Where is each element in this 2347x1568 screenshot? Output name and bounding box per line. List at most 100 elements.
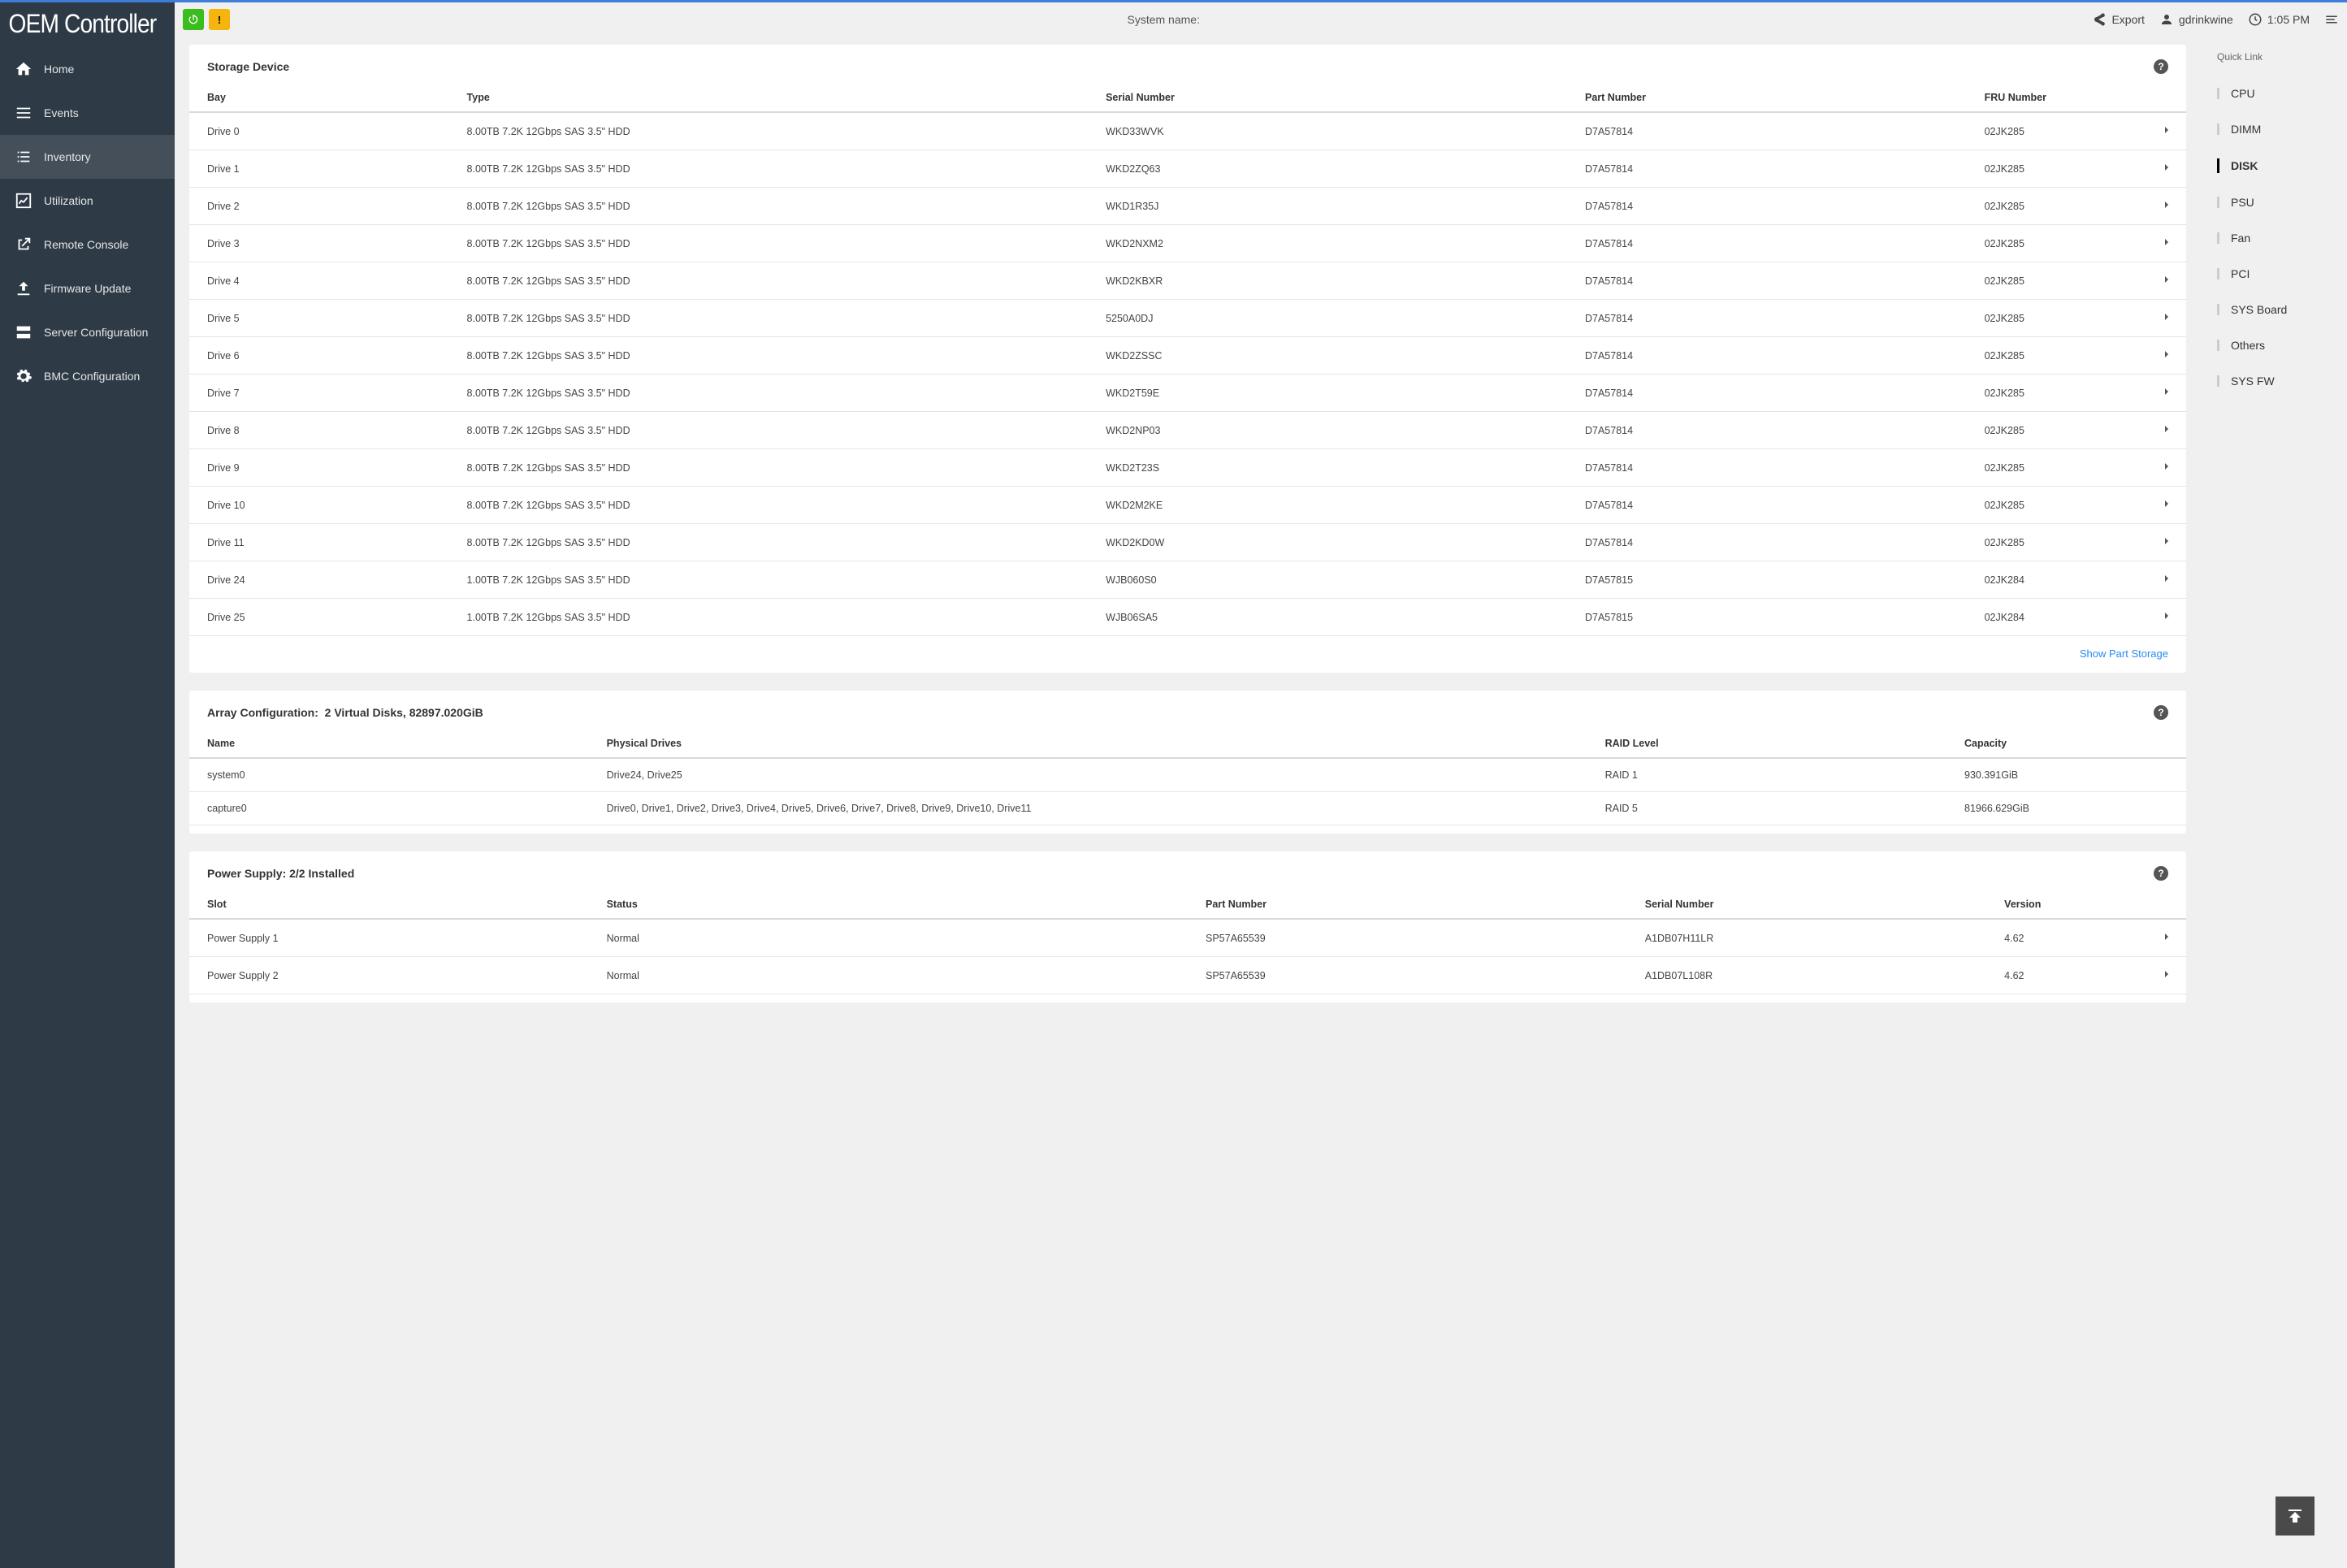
nav-events[interactable]: Events <box>0 91 175 135</box>
quick-link-dimm[interactable]: DIMM <box>2211 111 2337 147</box>
warning-status-icon[interactable]: ! <box>209 9 230 30</box>
cell-fru: 02JK285 <box>1967 524 2137 561</box>
expand-row-button[interactable] <box>2137 412 2186 449</box>
nav-label: Remote Console <box>44 238 128 251</box>
cell-cap: 81966.629GiB <box>1946 792 2186 825</box>
expand-row-button[interactable] <box>2137 300 2186 337</box>
cell-drives: Drive24, Drive25 <box>589 758 1587 792</box>
username-label: gdrinkwine <box>2179 13 2233 26</box>
quick-link-disk[interactable]: DISK <box>2211 147 2337 184</box>
export-button[interactable]: Export <box>2092 12 2144 27</box>
table-row: Drive 251.00TB 7.2K 12Gbps SAS 3.5" HDDW… <box>189 599 2186 636</box>
cell-part: D7A57814 <box>1567 337 1967 375</box>
cell-part: D7A57814 <box>1567 524 1967 561</box>
upload-icon <box>15 279 32 297</box>
table-row: capture0Drive0, Drive1, Drive2, Drive3, … <box>189 792 2186 825</box>
cell-type: 8.00TB 7.2K 12Gbps SAS 3.5" HDD <box>449 112 1089 150</box>
col-part: Part Number <box>1567 84 1967 112</box>
menu-button[interactable] <box>2324 12 2339 27</box>
quick-link-psu[interactable]: PSU <box>2211 184 2337 220</box>
cell-part: D7A57814 <box>1567 300 1967 337</box>
nav-remote-console[interactable]: Remote Console <box>0 223 175 266</box>
cell-slot: Power Supply 1 <box>189 919 589 957</box>
expand-row-button[interactable] <box>2137 957 2186 994</box>
table-row: Drive 18.00TB 7.2K 12Gbps SAS 3.5" HDDWK… <box>189 150 2186 188</box>
cell-part: SP57A65539 <box>1188 957 1627 994</box>
col-fru: FRU Number <box>1967 84 2137 112</box>
expand-row-button[interactable] <box>2137 449 2186 487</box>
arrow-up-icon <box>2285 1506 2305 1526</box>
nav-label: Home <box>44 63 74 76</box>
cell-bay: Drive 8 <box>189 412 449 449</box>
table-row: Drive 08.00TB 7.2K 12Gbps SAS 3.5" HDDWK… <box>189 112 2186 150</box>
quick-link-others[interactable]: Others <box>2211 327 2337 363</box>
expand-row-button[interactable] <box>2137 337 2186 375</box>
col-type: Type <box>449 84 1089 112</box>
col-ver: Version <box>1986 890 2137 919</box>
power-status-icon[interactable] <box>183 9 204 30</box>
cell-type: 8.00TB 7.2K 12Gbps SAS 3.5" HDD <box>449 300 1089 337</box>
home-icon <box>15 60 32 78</box>
cell-part: D7A57814 <box>1567 225 1967 262</box>
expand-row-button[interactable] <box>2137 112 2186 150</box>
quick-link-sys-fw[interactable]: SYS FW <box>2211 363 2337 399</box>
table-row: Power Supply 1NormalSP57A65539A1DB07H11L… <box>189 919 2186 957</box>
quick-link-cpu[interactable]: CPU <box>2211 76 2337 111</box>
expand-row-button[interactable] <box>2137 561 2186 599</box>
help-icon[interactable]: ? <box>2154 59 2168 74</box>
cell-bay: Drive 24 <box>189 561 449 599</box>
table-row: Drive 28.00TB 7.2K 12Gbps SAS 3.5" HDDWK… <box>189 188 2186 225</box>
expand-row-button[interactable] <box>2137 375 2186 412</box>
table-row: Drive 98.00TB 7.2K 12Gbps SAS 3.5" HDDWK… <box>189 449 2186 487</box>
expand-row-button[interactable] <box>2137 262 2186 300</box>
psu-table: Slot Status Part Number Serial Number Ve… <box>189 890 2186 994</box>
array-card: Array Configuration: 2 Virtual Disks, 82… <box>189 691 2186 834</box>
cell-serial: WJB060S0 <box>1088 561 1567 599</box>
col-slot: Slot <box>189 890 589 919</box>
nav-home[interactable]: Home <box>0 47 175 91</box>
nav-label: Utilization <box>44 194 93 207</box>
show-part-storage-link[interactable]: Show Part Storage <box>2080 648 2168 660</box>
scroll-to-top-button[interactable] <box>2276 1497 2315 1536</box>
cell-fru: 02JK284 <box>1967 599 2137 636</box>
cell-fru: 02JK285 <box>1967 150 2137 188</box>
cell-bay: Drive 0 <box>189 112 449 150</box>
expand-row-button[interactable] <box>2137 599 2186 636</box>
cell-fru: 02JK285 <box>1967 112 2137 150</box>
col-name: Name <box>189 730 589 758</box>
inventory-icon <box>15 148 32 166</box>
help-icon[interactable]: ? <box>2154 866 2168 881</box>
quick-link-panel: Quick Link CPUDIMMDISKPSUFanPCISYS Board… <box>2201 37 2347 1568</box>
list-icon <box>15 104 32 122</box>
table-row: Drive 241.00TB 7.2K 12Gbps SAS 3.5" HDDW… <box>189 561 2186 599</box>
cell-bay: Drive 7 <box>189 375 449 412</box>
cell-bay: Drive 9 <box>189 449 449 487</box>
nav-server-config[interactable]: Server Configuration <box>0 310 175 354</box>
nav-inventory[interactable]: Inventory <box>0 135 175 179</box>
nav-label: Server Configuration <box>44 326 148 339</box>
nav-label: Firmware Update <box>44 282 131 295</box>
nav-bmc-config[interactable]: BMC Configuration <box>0 354 175 398</box>
table-row: Drive 68.00TB 7.2K 12Gbps SAS 3.5" HDDWK… <box>189 337 2186 375</box>
cell-bay: Drive 4 <box>189 262 449 300</box>
expand-row-button[interactable] <box>2137 150 2186 188</box>
col-part: Part Number <box>1188 890 1627 919</box>
quick-link-pci[interactable]: PCI <box>2211 256 2337 292</box>
expand-row-button[interactable] <box>2137 188 2186 225</box>
help-icon[interactable]: ? <box>2154 705 2168 720</box>
col-serial: Serial Number <box>1627 890 1986 919</box>
expand-row-button[interactable] <box>2137 487 2186 524</box>
cell-type: 8.00TB 7.2K 12Gbps SAS 3.5" HDD <box>449 524 1089 561</box>
user-menu[interactable]: gdrinkwine <box>2159 12 2233 27</box>
clock: 1:05 PM <box>2248 12 2310 27</box>
table-row: Drive 48.00TB 7.2K 12Gbps SAS 3.5" HDDWK… <box>189 262 2186 300</box>
nav-firmware-update[interactable]: Firmware Update <box>0 266 175 310</box>
quick-link-fan[interactable]: Fan <box>2211 220 2337 256</box>
nav-utilization[interactable]: Utilization <box>0 179 175 223</box>
expand-row-button[interactable] <box>2137 225 2186 262</box>
col-serial: Serial Number <box>1088 84 1567 112</box>
expand-row-button[interactable] <box>2137 524 2186 561</box>
expand-row-button[interactable] <box>2137 919 2186 957</box>
cell-part: D7A57815 <box>1567 561 1967 599</box>
quick-link-sys-board[interactable]: SYS Board <box>2211 292 2337 327</box>
